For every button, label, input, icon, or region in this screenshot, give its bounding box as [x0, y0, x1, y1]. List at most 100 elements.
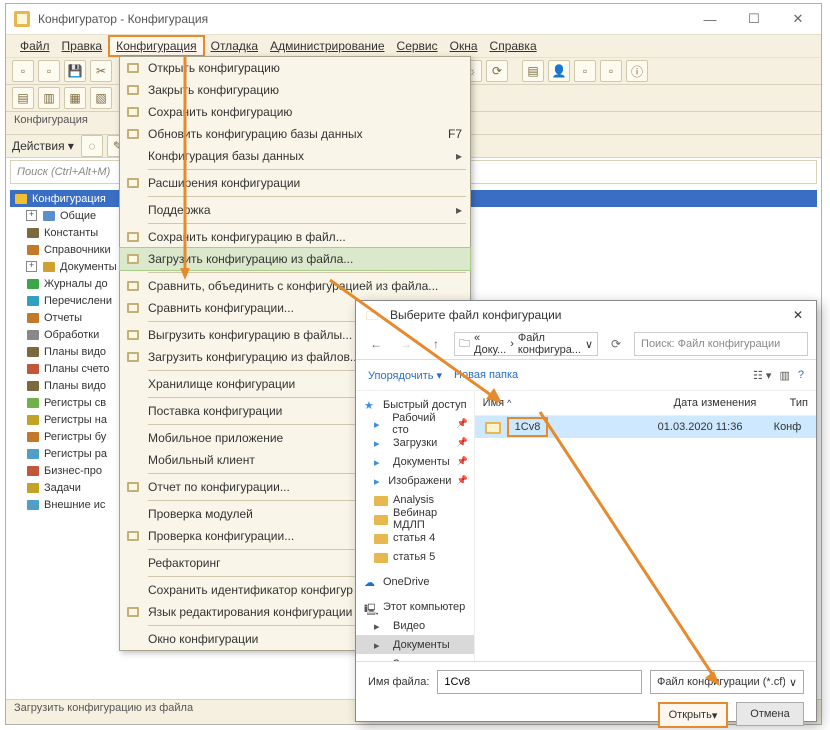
sidebar-item[interactable]: ☁OneDrive — [356, 572, 474, 591]
view-icon[interactable]: ☷ ▾ — [753, 369, 771, 382]
tree-item-label: Общие — [60, 210, 96, 222]
close-button[interactable]: ✕ — [783, 9, 813, 29]
sidebar-item[interactable]: статья 4 — [356, 528, 474, 547]
toolbar-new-icon[interactable]: ▫ — [12, 60, 34, 82]
title-bar: Конфигуратор - Конфигурация ― ☐ ✕ — [6, 4, 821, 34]
tree-item-label: Внешние ис — [44, 499, 105, 511]
sidebar-item[interactable]: статья 5 — [356, 547, 474, 566]
lang-icon — [124, 603, 142, 621]
col-type[interactable]: Тип — [782, 397, 816, 409]
menu-конфигурация[interactable]: Конфигурация — [108, 35, 205, 57]
menu-справка[interactable]: Справка — [484, 37, 543, 55]
col-name[interactable]: Имя ^ — [475, 397, 666, 409]
expand-icon[interactable]: + — [26, 210, 37, 221]
details-icon[interactable]: ▥ — [779, 369, 789, 382]
menu-item[interactable]: Конфигурация базы данных▸ — [120, 145, 470, 167]
sidebar-item-label: Быстрый доступ — [383, 399, 467, 411]
close-icon — [124, 81, 142, 99]
menu-сервис[interactable]: Сервис — [391, 37, 444, 55]
sidebar-item-label: Рабочий сто — [392, 412, 451, 436]
toolbar-btn-icon[interactable]: ▫ — [574, 60, 596, 82]
minimize-button[interactable]: ― — [695, 9, 725, 29]
sidebar-item[interactable]: ▸Документы📌 — [356, 452, 474, 471]
doc-icon: ▸ — [374, 639, 388, 651]
reg2-icon — [26, 413, 40, 427]
file-row[interactable]: 1Cv801.03.2020 11:36Конф — [475, 416, 816, 438]
tree-item-label: Журналы до — [44, 278, 108, 290]
toolbar-info-icon[interactable]: ⓘ — [626, 60, 648, 82]
col-date[interactable]: Дата изменения — [666, 397, 782, 409]
actions-label[interactable]: Действия ▾ — [12, 139, 74, 153]
menu-item-label: Язык редактирования конфигурации — [148, 605, 352, 619]
filename-input[interactable] — [437, 670, 642, 694]
app-icon — [14, 11, 30, 27]
file-dialog-search[interactable]: Поиск: Файл конфигурации — [634, 332, 808, 356]
sidebar-item[interactable]: ▸Видео — [356, 616, 474, 635]
toolbar-cut-icon[interactable]: ✂ — [90, 60, 112, 82]
help-icon[interactable]: ? — [798, 369, 804, 382]
bp-icon — [26, 464, 40, 478]
menu-администрирование[interactable]: Администрирование — [264, 37, 390, 55]
open-button[interactable]: Открыть ▾ — [658, 702, 728, 728]
cancel-button[interactable]: Отмена — [736, 702, 804, 726]
menu-отладка[interactable]: Отладка — [205, 37, 264, 55]
sidebar-item[interactable]: 🖳Этот компьютер — [356, 597, 474, 616]
breadcrumb[interactable]: 🗀 « Доку...› Файл конфигура... ∨ — [454, 332, 598, 356]
filetype-combo[interactable]: Файл конфигурации (*.cf)∨ — [650, 670, 804, 694]
refresh-icon[interactable]: ⟳ — [604, 333, 628, 355]
tree-item-label: Документы — [60, 261, 117, 273]
menu-item[interactable]: Расширения конфигурации — [120, 172, 470, 194]
list-icon — [26, 294, 40, 308]
toolbar-btn-icon[interactable]: ⟳ — [486, 60, 508, 82]
reg3-icon — [26, 430, 40, 444]
toolbar-btn-icon[interactable]: ▤ — [522, 60, 544, 82]
menu-файл[interactable]: Файл — [14, 37, 56, 55]
sidebar-item[interactable]: ▸Загрузки — [356, 654, 474, 661]
menu-item[interactable]: Открыть конфигурацию — [120, 57, 470, 79]
menu-item[interactable]: Обновить конфигурацию базы данных F7 — [120, 123, 470, 145]
toolbar-user-icon[interactable]: 👤 — [548, 60, 570, 82]
menu-item[interactable]: Загрузить конфигурацию из файла... — [119, 247, 471, 271]
task-icon — [26, 481, 40, 495]
menu-item[interactable]: Закрыть конфигурацию — [120, 79, 470, 101]
menu-item[interactable]: Поддержка▸ — [120, 199, 470, 221]
toolbar-save-icon[interactable]: 💾 — [64, 60, 86, 82]
menu-окна[interactable]: Окна — [444, 37, 484, 55]
action-btn-icon[interactable]: ◌ — [81, 135, 103, 157]
sidebar-item[interactable]: ▸Рабочий сто📌 — [356, 414, 474, 433]
tree-item-label: Планы счето — [44, 363, 109, 375]
organize-button[interactable]: Упорядочить ▾ — [368, 369, 442, 382]
toolbar-open-icon[interactable]: ▫ — [38, 60, 60, 82]
menu-item-label: Обновить конфигурацию базы данных — [148, 127, 363, 141]
toolbar-btn-icon[interactable]: ▤ — [12, 87, 34, 109]
folder-icon — [374, 513, 388, 525]
maximize-button[interactable]: ☐ — [739, 9, 769, 29]
menu-item[interactable]: Сохранить конфигурацию — [120, 101, 470, 123]
sidebar-item-label: Analysis — [393, 494, 434, 506]
sidebar-item[interactable]: ▸Изображени📌 — [356, 471, 474, 490]
new-folder-button[interactable]: Новая папка — [454, 369, 518, 381]
sidebar-item[interactable]: ▸Документы — [356, 635, 474, 654]
menu-правка[interactable]: Правка — [56, 37, 109, 55]
menu-item[interactable]: Сравнить, объединить с конфигурацией из … — [120, 275, 470, 297]
toolbar-btn-icon[interactable]: ▫ — [600, 60, 622, 82]
expand-icon[interactable]: + — [26, 261, 37, 272]
menu-item-label: Расширения конфигурации — [148, 176, 300, 190]
sidebar-item-label: Видео — [393, 620, 425, 632]
nav-up-icon[interactable]: ↑ — [424, 333, 448, 355]
file-dialog-close-button[interactable]: ✕ — [780, 302, 816, 328]
toolbar-btn-icon[interactable]: ▥ — [38, 87, 60, 109]
menu-item[interactable]: Сохранить конфигурацию в файл... — [120, 226, 470, 248]
nav-fwd-icon[interactable]: → — [394, 333, 418, 355]
nav-back-icon[interactable]: ← — [364, 333, 388, 355]
toolbar-btn-icon[interactable]: ▧ — [90, 87, 112, 109]
menu-item-label: Рефакторинг — [148, 556, 221, 570]
menu-item-label: Мобильный клиент — [148, 453, 255, 467]
sidebar-item[interactable]: ▸Загрузки📌 — [356, 433, 474, 452]
toolbar-btn-icon[interactable]: ▦ — [64, 87, 86, 109]
menu-item-label: Поставка конфигурации — [148, 404, 282, 418]
book-icon — [26, 243, 40, 257]
sidebar-item[interactable]: Вебинар МДЛП — [356, 509, 474, 528]
sidebar-item-label: Изображени — [388, 475, 451, 487]
shortcut-label: F7 — [448, 127, 462, 141]
